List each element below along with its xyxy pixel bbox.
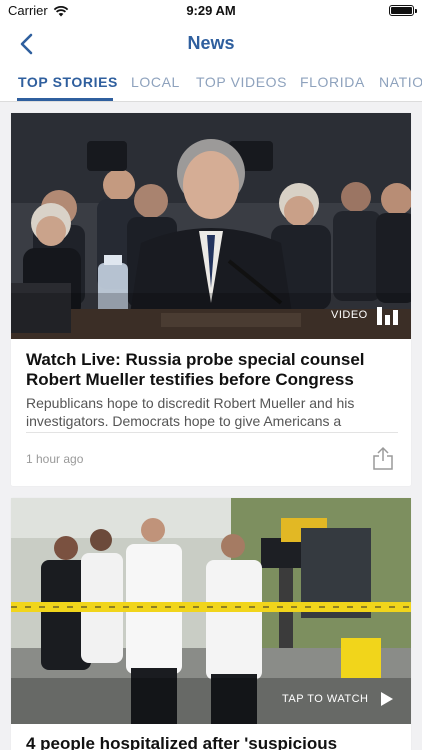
bars-icon [377, 307, 398, 325]
tab-national[interactable]: NATIO [379, 74, 422, 90]
story-summary: Republicans hope to discredit Robert Mue… [26, 395, 355, 429]
story-video-thumbnail[interactable]: TAP TO WATCH [11, 498, 411, 724]
battery-icon [389, 5, 417, 16]
page-title: News [187, 33, 235, 53]
tab-top-videos[interactable]: TOP VIDEOS [196, 74, 287, 90]
play-icon[interactable] [379, 691, 395, 707]
status-bar: Carrier 9:29 AM [0, 0, 422, 22]
tab-local[interactable]: LOCAL [131, 74, 180, 90]
active-tab-indicator [17, 98, 113, 101]
story-headline[interactable]: 4 people hospitalized after 'suspicious [26, 734, 398, 750]
tab-top-stories[interactable]: TOP STORIES [18, 74, 118, 90]
share-icon[interactable] [372, 446, 394, 470]
story-headline[interactable]: Watch Live: Russia probe special counsel… [26, 350, 398, 390]
card-divider [26, 432, 398, 433]
story-card[interactable]: TAP TO WATCH 4 people hospitalized after… [11, 498, 411, 750]
tap-to-watch-label: TAP TO WATCH [282, 693, 369, 705]
tab-florida[interactable]: FLORIDA [300, 74, 365, 90]
hearing-photo [11, 113, 411, 339]
police-scene-photo [11, 498, 411, 724]
video-badge: VIDEO [331, 309, 368, 321]
category-tabs: TOP STORIES LOCAL TOP VIDEOS FLORIDA NAT… [0, 66, 422, 102]
navigation-bar: News [0, 22, 422, 66]
story-card[interactable]: VIDEO Watch Live: Russia probe special c… [11, 113, 411, 486]
clock: 9:29 AM [186, 3, 236, 18]
story-video-thumbnail[interactable]: VIDEO [11, 113, 411, 339]
story-timestamp: 1 hour ago [26, 452, 84, 466]
